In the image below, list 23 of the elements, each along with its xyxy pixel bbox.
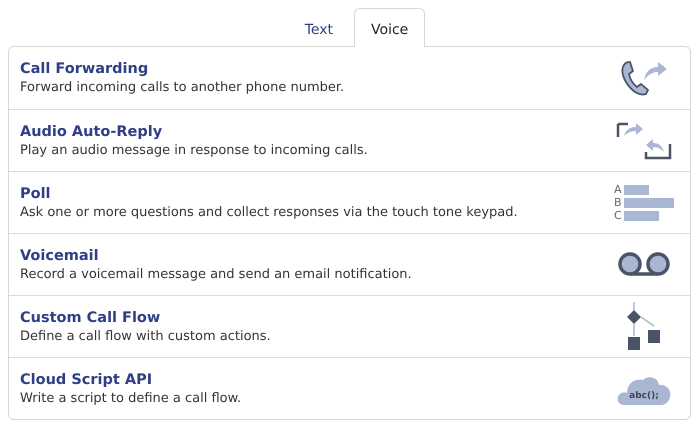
list-item[interactable]: Cloud Script API Write a script to define a call flow. abc(); — [9, 357, 690, 419]
list-item[interactable]: Audio Auto-Reply Play an audio message in response to incoming calls. — [9, 109, 690, 171]
item-description: Record a voicemail message and send an email notification. — [20, 266, 413, 282]
tab[interactable]: Voice — [354, 8, 426, 47]
item-title: Voicemail — [20, 248, 100, 264]
list-item[interactable]: Custom Call Flow Define a call flow with custom actions. — [9, 295, 690, 357]
item-title: Cloud Script API — [20, 372, 154, 388]
flowchart-icon — [626, 302, 662, 352]
phone-arrow-icon — [620, 58, 668, 98]
list-item[interactable]: Voicemail Record a voicemail message and send an email notification. — [9, 233, 690, 295]
tab[interactable]: Text — [288, 8, 350, 47]
item-title: Poll — [20, 186, 52, 202]
item-description: Define a call flow with custom actions. — [20, 328, 272, 344]
item-description: Write a script to define a call flow. — [20, 390, 242, 406]
list-item[interactable]: Call Forwarding Forward incoming calls to another phone number. — [9, 47, 690, 109]
item-title: Call Forwarding — [20, 61, 150, 77]
item-title: Custom Call Flow — [20, 310, 162, 326]
voicemail-icon — [617, 252, 671, 278]
item-title: Audio Auto-Reply — [20, 124, 164, 140]
item-description: Play an audio message in response to incoming calls. — [20, 142, 369, 158]
item-description: Ask one or more questions and collect responses via the touch tone keypad. — [20, 204, 519, 220]
list-item[interactable]: Poll Ask one or more questions and collect responses via the touch tone keypad. A B C — [9, 171, 690, 233]
item-description: Forward incoming calls to another phone number. — [20, 80, 346, 95]
